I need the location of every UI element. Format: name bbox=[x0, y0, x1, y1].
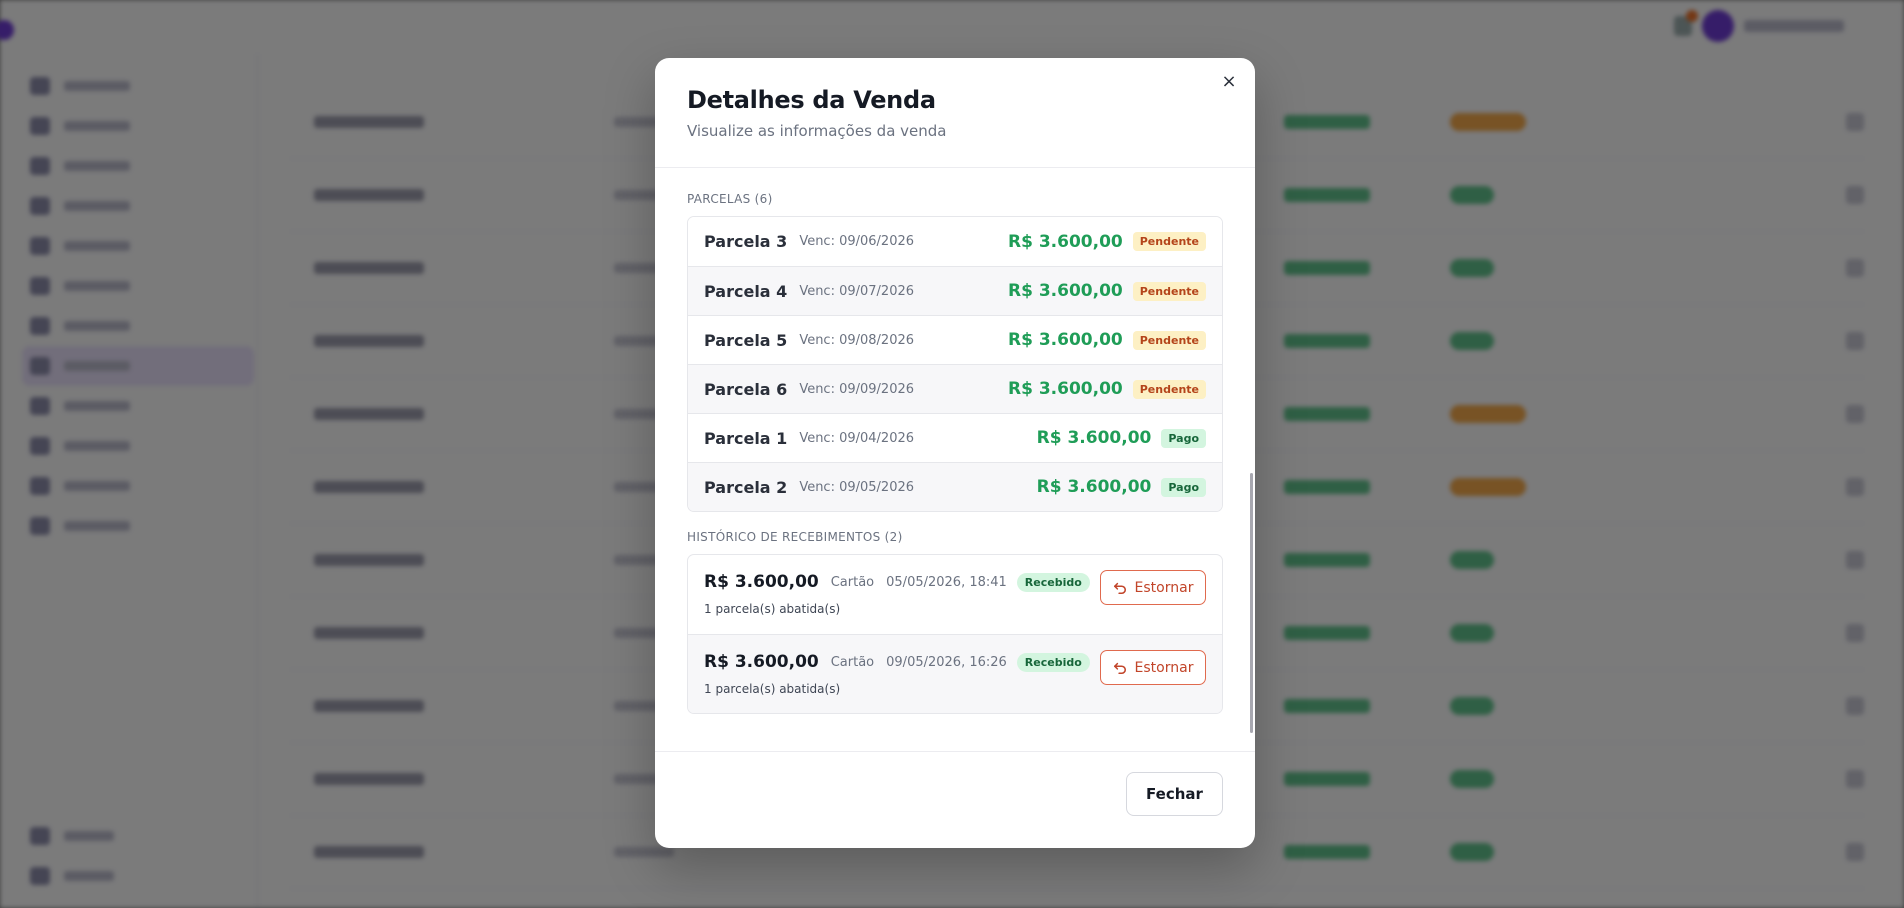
receipts-list: R$ 3.600,00 Cartão 05/05/2026, 18:41 Rec… bbox=[687, 554, 1223, 714]
payment-method: Cartão bbox=[830, 654, 875, 670]
installment-amount: R$ 3.600,00 bbox=[1008, 281, 1123, 301]
modal-body[interactable]: PARCELAS (6) Parcela 3 Venc: 09/06/2026 … bbox=[655, 168, 1255, 751]
installment-due-date: Venc: 09/06/2026 bbox=[799, 234, 915, 249]
payment-method: Cartão bbox=[830, 574, 875, 590]
installment-due-date: Venc: 09/09/2026 bbox=[799, 381, 915, 397]
installment-name: Parcela 2 bbox=[704, 477, 788, 497]
receipt-row: R$ 3.600,00 Cartão 09/05/2026, 16:26 Rec… bbox=[688, 634, 1222, 713]
undo-arrow-icon bbox=[1113, 662, 1126, 674]
installment-row: Parcela 6 Venc: 09/09/2026 R$ 3.600,00 P… bbox=[688, 364, 1222, 413]
receipt-row: R$ 3.600,00 Cartão 05/05/2026, 18:41 Rec… bbox=[688, 555, 1222, 634]
installment-name: Parcela 1 bbox=[704, 428, 788, 448]
installment-due-date: Venc: 09/05/2026 bbox=[799, 479, 915, 495]
installment-due-date: Venc: 09/07/2026 bbox=[799, 283, 915, 299]
installment-row: Parcela 5 Venc: 09/08/2026 R$ 3.600,00 P… bbox=[688, 315, 1222, 364]
status-badge: Pendente bbox=[1132, 281, 1206, 301]
installment-amount: R$ 3.600,00 bbox=[1036, 428, 1152, 448]
reverse-button[interactable]: Estornar bbox=[1100, 650, 1206, 685]
modal-title: Detalhes da Venda bbox=[687, 86, 936, 114]
reverse-button-label: Estornar bbox=[1134, 579, 1194, 596]
receipts-label: HISTÓRICO DE RECEBIMENTOS (2) bbox=[687, 530, 903, 544]
receipt-amount: R$ 3.600,00 bbox=[704, 572, 819, 592]
installment-row: Parcela 4 Venc: 09/07/2026 R$ 3.600,00 P… bbox=[688, 266, 1222, 315]
installment-amount: R$ 3.600,00 bbox=[1008, 231, 1123, 252]
installment-due-date: Venc: 09/04/2026 bbox=[799, 430, 915, 446]
installment-amount: R$ 3.600,00 bbox=[1008, 379, 1123, 399]
reverse-button[interactable]: Estornar bbox=[1100, 570, 1206, 605]
installments-label: PARCELAS (6) bbox=[687, 192, 773, 206]
receipt-amount: R$ 3.600,00 bbox=[704, 652, 819, 672]
status-badge: Pendente bbox=[1132, 232, 1206, 251]
status-badge: Pago bbox=[1161, 477, 1206, 497]
status-badge: Recebido bbox=[1016, 652, 1090, 672]
close-button[interactable]: Fechar bbox=[1126, 772, 1223, 816]
installment-row: Parcela 1 Venc: 09/04/2026 R$ 3.600,00 P… bbox=[688, 413, 1222, 462]
receipt-date: 09/05/2026, 16:26 bbox=[886, 654, 1007, 670]
close-icon[interactable]: × bbox=[1217, 70, 1241, 94]
installment-name: Parcela 6 bbox=[704, 379, 788, 399]
modal-scrollbar[interactable] bbox=[1250, 473, 1253, 733]
reverse-button-label: Estornar bbox=[1134, 659, 1194, 676]
status-badge: Pago bbox=[1161, 428, 1206, 448]
installments-list: Parcela 3 Venc: 09/06/2026 R$ 3.600,00 P… bbox=[687, 216, 1223, 512]
installment-row: Parcela 2 Venc: 09/05/2026 R$ 3.600,00 P… bbox=[688, 462, 1222, 511]
receipt-note: 1 parcela(s) abatida(s) bbox=[704, 602, 841, 616]
receipt-note: 1 parcela(s) abatida(s) bbox=[704, 682, 841, 696]
undo-arrow-icon bbox=[1113, 582, 1126, 594]
installment-row: Parcela 3 Venc: 09/06/2026 R$ 3.600,00 P… bbox=[688, 217, 1222, 266]
modal-subtitle: Visualize as informações da venda bbox=[687, 122, 947, 140]
modal-header: Detalhes da Venda Visualize as informaçõ… bbox=[655, 58, 1255, 168]
status-badge: Recebido bbox=[1016, 572, 1090, 592]
installment-name: Parcela 5 bbox=[704, 330, 788, 350]
status-badge: Pendente bbox=[1132, 330, 1206, 350]
installment-amount: R$ 3.600,00 bbox=[1008, 330, 1123, 350]
installment-name: Parcela 3 bbox=[704, 232, 788, 251]
modal-footer: Fechar bbox=[655, 751, 1255, 848]
sale-details-modal: × Detalhes da Venda Visualize as informa… bbox=[655, 58, 1255, 848]
receipt-date: 05/05/2026, 18:41 bbox=[886, 574, 1007, 590]
installment-due-date: Venc: 09/08/2026 bbox=[799, 332, 915, 348]
installment-amount: R$ 3.600,00 bbox=[1036, 477, 1152, 497]
status-badge: Pendente bbox=[1132, 379, 1206, 399]
installment-name: Parcela 4 bbox=[704, 281, 788, 301]
